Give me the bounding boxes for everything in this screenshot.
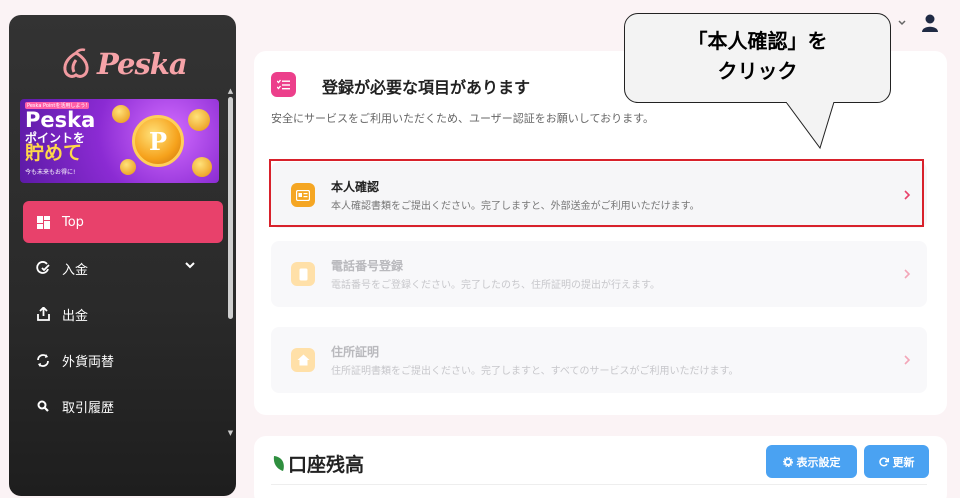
- home-icon: [291, 348, 315, 372]
- card-title: 登録が必要な項目があります: [322, 78, 531, 97]
- sidebar-item-withdraw[interactable]: 出金: [23, 293, 223, 335]
- card-subtitle: 安全にサービスをご利用いただくため、ユーザー認証をお願いしております。: [271, 112, 655, 125]
- callout-line1: 「本人確認」を: [687, 29, 828, 53]
- sidebar-item-label: 外貨両替: [62, 354, 115, 370]
- gear-icon: [782, 456, 793, 467]
- coin-decoration: [112, 105, 130, 123]
- address-proof-item[interactable]: 住所証明 住所証明書類をご提出ください。完了しますと、すべてのサービスがご利用い…: [271, 327, 927, 393]
- coin-decoration: [192, 157, 212, 177]
- phone-registration-item[interactable]: 電話番号登録 電話番号をご登録ください。完了したのち、住所証明の提出が行えます。: [271, 241, 927, 307]
- deposit-icon: [36, 261, 50, 275]
- logo[interactable]: Peska: [59, 47, 188, 81]
- callout-pointer: [785, 102, 835, 150]
- callout-line2: クリック: [717, 59, 798, 83]
- refresh-button[interactable]: 更新: [864, 445, 929, 478]
- instruction-callout: 「本人確認」を クリック: [624, 13, 891, 103]
- scroll-down-arrow[interactable]: ▼: [226, 429, 235, 437]
- search-icon: [36, 399, 50, 413]
- chevron-down-icon[interactable]: [185, 260, 195, 270]
- sidebar-item-exchange[interactable]: 外貨両替: [23, 339, 223, 381]
- logo-text: Peska: [97, 47, 188, 81]
- refresh-icon: [878, 456, 889, 466]
- balance-title: 口座残高: [288, 454, 365, 476]
- banner-line4: 今も未来もお得に!: [25, 169, 76, 176]
- sidebar-nav: Top 入金 出金 外貨両替 取引履歴: [23, 201, 223, 431]
- coin-decoration: [120, 159, 136, 175]
- sidebar-item-label: Top: [62, 214, 84, 230]
- sidebar-item-label: 取引履歴: [62, 400, 115, 416]
- sidebar-item-label: 出金: [62, 308, 89, 324]
- point-coin-icon: P: [132, 115, 184, 167]
- sidebar-item-deposit[interactable]: 入金: [23, 247, 223, 289]
- balance-card: 口座残高 表示設定 更新: [254, 436, 947, 498]
- checklist-icon: [271, 72, 296, 97]
- chevron-right-icon: [904, 355, 911, 365]
- refresh-label: 更新: [892, 455, 915, 469]
- id-card-icon: [291, 183, 315, 207]
- promo-banner[interactable]: Peska Pointを活用しよう! Peska ポイントを 貯めて 今も未来も…: [20, 99, 219, 183]
- chevron-right-icon: [904, 269, 911, 279]
- item-title: 住所証明: [331, 345, 380, 359]
- user-icon[interactable]: [921, 13, 939, 33]
- sidebar-item-history[interactable]: 取引履歴: [23, 385, 223, 427]
- banner-line3: 貯めて: [25, 142, 83, 164]
- banner-line1: Peska: [25, 108, 96, 132]
- withdraw-icon: [36, 307, 50, 321]
- item-description: 住所証明書類をご提出ください。完了しますと、すべてのサービスがご利用いただけます…: [331, 366, 739, 377]
- scroll-up-arrow[interactable]: ▲: [226, 87, 235, 95]
- chevron-down-icon[interactable]: [897, 18, 907, 28]
- sidebar-scrollbar-thumb[interactable]: [228, 97, 233, 319]
- phone-icon: [291, 262, 315, 286]
- leaf-icon: [273, 456, 284, 471]
- dashboard-icon: [36, 215, 50, 229]
- item-title: 電話番号登録: [331, 259, 404, 273]
- sidebar-item-label: 入金: [62, 262, 89, 278]
- item-description: 電話番号をご登録ください。完了したのち、住所証明の提出が行えます。: [331, 280, 660, 291]
- item-title: 本人確認: [331, 180, 380, 194]
- display-settings-label: 表示設定: [796, 455, 841, 469]
- identity-verification-item[interactable]: 本人確認 本人確認書類をご提出ください。完了しますと、外部送金がご利用いただけま…: [271, 162, 927, 228]
- coin-decoration: [188, 109, 210, 131]
- logo-mark-icon: [63, 48, 89, 78]
- item-description: 本人確認書類をご提出ください。完了しますと、外部送金がご利用いただけます。: [331, 201, 700, 212]
- chevron-right-icon: [904, 190, 911, 200]
- display-settings-button[interactable]: 表示設定: [766, 445, 857, 478]
- divider: [271, 484, 927, 485]
- sidebar-item-top[interactable]: Top: [23, 201, 223, 243]
- exchange-icon: [36, 353, 50, 367]
- sidebar: Peska Peska Pointを活用しよう! Peska ポイントを 貯めて…: [9, 15, 236, 496]
